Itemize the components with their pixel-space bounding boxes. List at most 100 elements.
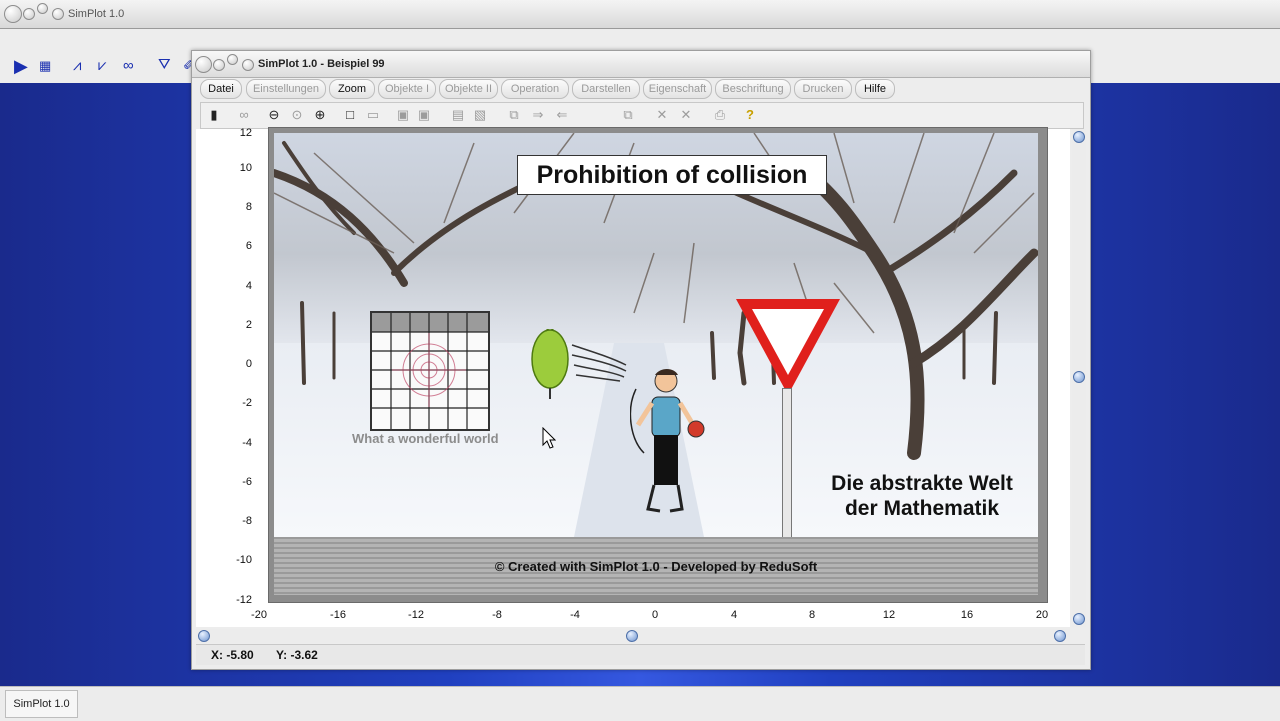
menu-beschriftung[interactable]: Beschriftung [715, 79, 791, 99]
y-tick-label: -8 [242, 515, 252, 527]
line-graph-icon[interactable]: ⩘ [73, 57, 81, 74]
scene-title: Prohibition of collision [517, 155, 827, 195]
y-coordinate: Y: -3.62 [276, 648, 318, 662]
scroll-down-button[interactable] [1073, 613, 1085, 625]
tagline-text: What a wonderful world [352, 431, 499, 446]
app-menubar [0, 29, 1280, 49]
play-icon[interactable]: ▶ [14, 56, 28, 77]
menu-datei[interactable]: Datei [200, 79, 242, 99]
menu-darstellen[interactable]: Darstellen [572, 79, 640, 99]
select-object-icon[interactable]: ▮ [205, 106, 223, 124]
horizontal-scroll-thumb[interactable] [626, 630, 638, 642]
document-window-restore[interactable] [242, 59, 254, 71]
x-tick-label: 8 [808, 609, 816, 621]
pages-icon[interactable]: ⧉ [619, 106, 637, 124]
x-tick-label: -4 [570, 609, 580, 621]
vertical-scroll-thumb[interactable] [1073, 371, 1085, 383]
y-tick-label: -10 [236, 554, 252, 566]
plot-area[interactable]: 12 10 8 6 4 2 0 -2 -4 -6 -8 -10 -12 -20 … [196, 127, 1070, 627]
zoom-out-icon[interactable]: ⊖ [265, 106, 283, 124]
object-icon-1[interactable]: ▣ [394, 106, 412, 124]
watermark-line-2: der Mathematik [844, 497, 1000, 520]
y-tick-label: -6 [242, 476, 252, 488]
data-table-icon[interactable]: ▦ [39, 58, 51, 74]
menu-einstellungen[interactable]: Einstellungen [246, 79, 326, 99]
toolbar: ▮ ∞ ⊖ ⊙ ⊕ □ ▭ ▣ ▣ ▤ ▧ ⧉ ⇒ ⇐ ⧉ ✕ ✕ ⎙ ? [200, 102, 1084, 129]
grid-lines [372, 313, 488, 429]
x-tick-label: 20 [1035, 609, 1049, 621]
print-icon[interactable]: ⎙ [711, 106, 729, 124]
yield-sign-icon [736, 299, 840, 395]
x-tick-label: 12 [882, 609, 896, 621]
menu-zoom[interactable]: Zoom [329, 79, 375, 99]
balloon-icon [531, 329, 569, 399]
y-tick-label: 4 [245, 280, 252, 292]
y-tick-label: -4 [242, 437, 252, 449]
x-tick-label: 4 [730, 609, 738, 621]
vertical-scrollbar[interactable] [1072, 129, 1086, 627]
motion-lines [571, 344, 627, 382]
zoom-icon[interactable]: ⊙ [288, 106, 306, 124]
taskbar: SimPlot 1.0 [0, 686, 1280, 721]
document-title: SimPlot 1.0 - Beispiel 99 [258, 58, 385, 70]
rectangle-icon[interactable]: □ [341, 106, 359, 124]
app-window-button-close[interactable] [4, 5, 22, 23]
copyright-text: © Created with SimPlot 1.0 - Developed b… [494, 559, 818, 574]
scroll-left-button[interactable] [198, 630, 210, 642]
sign-pole [782, 388, 792, 537]
menu-eigenschaft[interactable]: Eigenschaft [643, 79, 712, 99]
delete-icon[interactable]: ✕ [653, 106, 671, 124]
xy-graph-icon[interactable]: ⩗ [98, 57, 106, 74]
x-tick-label: -16 [330, 609, 346, 621]
grid-object[interactable] [370, 311, 490, 431]
x-tick-label: 0 [651, 609, 659, 621]
winter-scene-image: Prohibition of collision What a wonderfu… [274, 133, 1038, 537]
menu-objekte-1[interactable]: Objekte I [378, 79, 436, 99]
table-icon[interactable]: ▤ [449, 106, 467, 124]
horizontal-scrollbar[interactable] [196, 629, 1070, 643]
document-window-close[interactable] [195, 56, 212, 73]
arrow-right-icon[interactable]: ⇒ [529, 106, 547, 124]
document-window-maximize[interactable] [227, 54, 238, 65]
zoom-in-icon[interactable]: ⊕ [311, 106, 329, 124]
coordinate-bar: X: -5.80 Y: -3.62 [196, 644, 1085, 665]
taskbar-app-button[interactable]: SimPlot 1.0 [5, 690, 78, 718]
app-window-button-minimize[interactable] [23, 8, 35, 20]
mouse-cursor-icon [542, 427, 556, 449]
scroll-right-button[interactable] [1054, 630, 1066, 642]
scroll-up-button[interactable] [1073, 131, 1085, 143]
y-tick-label: 0 [245, 358, 252, 370]
y-tick-label: 12 [239, 127, 252, 139]
y-tick-label: 8 [245, 201, 252, 213]
y-tick-label: 10 [239, 162, 252, 174]
app-title: SimPlot 1.0 [68, 8, 125, 20]
x-tick-label: -12 [408, 609, 424, 621]
watermark-line-1: Die abstrakte Welt [831, 472, 1013, 495]
menu-hilfe[interactable]: Hilfe [855, 79, 895, 99]
watermark-text: Die abstrakte Welt der Mathematik [792, 471, 1038, 521]
menu-objekte-2[interactable]: Objekte II [439, 79, 498, 99]
document-window: SimPlot 1.0 - Beispiel 99 Datei Einstell… [191, 50, 1091, 670]
chart-icon[interactable]: ▧ [471, 106, 489, 124]
resize-icon[interactable]: ▭ [364, 106, 382, 124]
binoculars-icon[interactable]: ∞ [235, 106, 253, 124]
x-tick-label: -20 [251, 609, 267, 621]
help-icon[interactable]: ? [741, 106, 759, 124]
x-tick-label: -8 [492, 609, 502, 621]
copy-object-icon[interactable]: ⧉ [505, 106, 523, 124]
menu-drucken[interactable]: Drucken [794, 79, 852, 99]
document-titlebar[interactable]: SimPlot 1.0 - Beispiel 99 [192, 51, 1090, 78]
y-tick-label: -12 [236, 594, 252, 606]
app-window-button-maximize[interactable] [37, 3, 48, 14]
arrow-left-icon[interactable]: ⇐ [553, 106, 571, 124]
app-window-button-restore[interactable] [52, 8, 64, 20]
x-coordinate: X: -5.80 [211, 648, 254, 662]
function-icon[interactable]: ∞ [123, 57, 134, 74]
filter-icon[interactable]: ⛛ [158, 56, 171, 73]
menu-operation[interactable]: Operation [501, 79, 569, 99]
delete-all-icon[interactable]: ✕ [677, 106, 695, 124]
document-window-minimize[interactable] [213, 59, 225, 71]
picture-object[interactable]: Prohibition of collision What a wonderfu… [268, 127, 1048, 603]
x-tick-label: 16 [960, 609, 974, 621]
object-icon-2[interactable]: ▣ [415, 106, 433, 124]
